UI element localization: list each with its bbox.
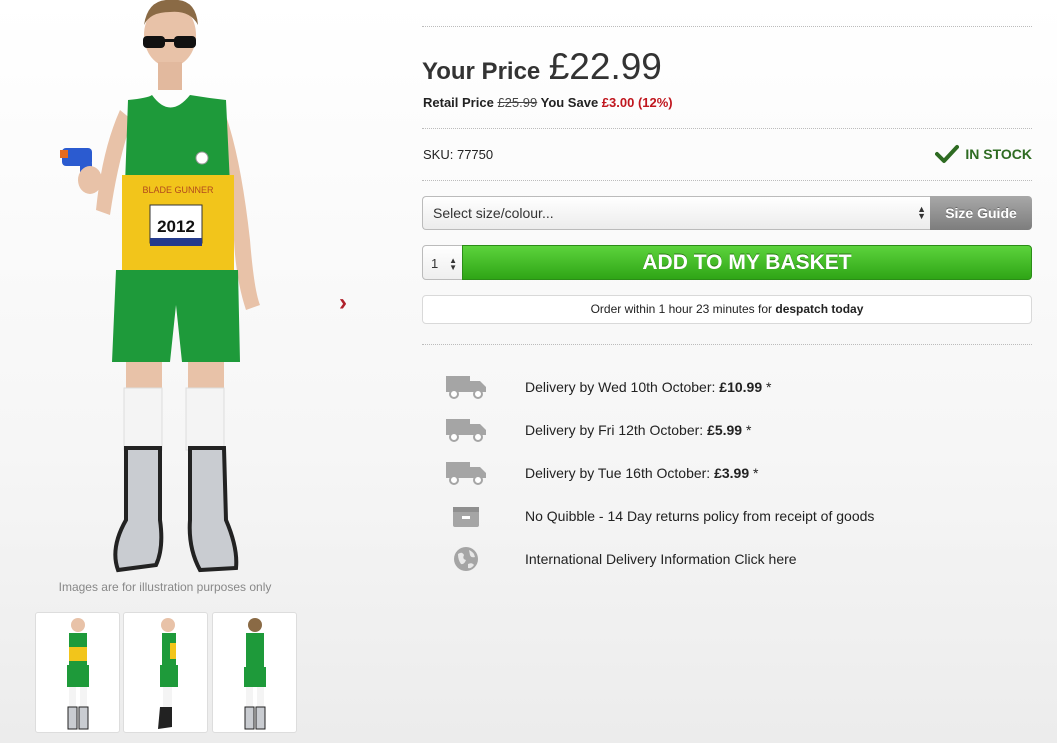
size-guide-button[interactable]: Size Guide [930,196,1032,230]
delivery-option: Delivery by Fri 12th October: £5.99 * [444,415,1004,445]
delivery-price: £3.99 [714,465,750,481]
your-price-value: £22.99 [548,46,662,87]
retail-price-row: Retail Price £25.99 You Save £3.00 (12%) [423,95,673,110]
returns-box-icon [444,501,488,531]
divider [422,26,1032,27]
add-to-basket-button[interactable]: ADD TO MY BASKET [462,245,1032,280]
sku: SKU: 77750 [423,147,493,162]
delivery-price: £10.99 [719,379,763,395]
returns-text: No Quibble - 14 Day returns policy from … [525,508,875,524]
thumbnail-front[interactable] [35,612,120,733]
quantity-select[interactable]: 1 ▲ ▼ [422,245,463,280]
thumbnail-front-image [67,618,89,730]
thumbnail-back-image [244,618,266,730]
divider [422,344,1032,345]
divider [422,180,1032,181]
retail-price-label: Retail Price [423,95,494,110]
checkmark-icon [935,145,960,163]
size-colour-select[interactable]: Select size/colour... ▲ ▼ [422,196,932,230]
truck-icon [444,415,488,445]
thumbnail-side[interactable] [123,612,208,733]
truck-icon [444,458,488,488]
size-colour-select-value: Select size/colour... [433,205,554,221]
delivery-option: Delivery by Wed 10th October: £10.99 * [444,372,1004,402]
dispatch-text: Order within 1 hour 23 minutes for [590,302,773,316]
stock-status: IN STOCK [935,144,1032,164]
dispatch-highlight: despatch today [775,302,864,316]
thumbnail-back[interactable] [212,612,297,733]
main-product-image[interactable]: BLADE GUNNER 2012 [40,0,300,575]
international-delivery-link[interactable]: International Delivery Information Click… [525,551,797,567]
delivery-asterisk: * [753,465,759,481]
costume-model-illustration: BLADE GUNNER 2012 [60,0,260,573]
delivery-price: £5.99 [707,422,743,438]
image-disclaimer: Images are for illustration purposes onl… [58,580,272,594]
delivery-label: Delivery by Tue 16th October: [525,465,711,481]
sku-label: SKU: [423,147,454,162]
product-gallery: BLADE GUNNER 2012 Images are for illustr… [0,0,330,743]
delivery-label: Delivery by Wed 10th October: [525,379,716,395]
select-arrows-icon: ▲ ▼ [917,204,926,221]
quantity-value: 1 [431,256,439,271]
delivery-asterisk: * [766,379,772,395]
shirt-print: BLADE GUNNER [142,185,214,195]
you-save-value: £3.00 (12%) [601,95,673,110]
globe-icon [444,544,488,574]
delivery-asterisk: * [746,422,752,438]
delivery-option: Delivery by Tue 16th October: £3.99 * [444,458,1004,488]
price-row: Your Price £22.99 [422,46,662,88]
stock-status-label: IN STOCK [965,146,1032,162]
delivery-label: Delivery by Fri 12th October: [525,422,704,438]
you-save-label: You Save [540,95,599,110]
divider [422,128,1032,129]
sku-value: 77750 [456,147,494,162]
quantity-arrows-icon: ▲ ▼ [449,256,457,272]
truck-icon [444,372,488,402]
bib-number: 2012 [157,217,195,236]
chevron-right-icon[interactable]: › [334,290,352,316]
delivery-text: Delivery by Fri 12th October: £5.99 * [525,422,751,438]
your-price-label: Your Price [422,58,541,85]
returns-policy: No Quibble - 14 Day returns policy from … [444,501,1004,531]
thumbnail-side-image [158,618,178,729]
international-delivery: International Delivery Information Click… [444,544,1004,574]
delivery-text: Delivery by Tue 16th October: £3.99 * [525,465,758,481]
delivery-text: Delivery by Wed 10th October: £10.99 * [525,379,771,395]
dispatch-notice: Order within 1 hour 23 minutes for despa… [422,295,1032,324]
retail-price-value: £25.99 [497,95,538,110]
